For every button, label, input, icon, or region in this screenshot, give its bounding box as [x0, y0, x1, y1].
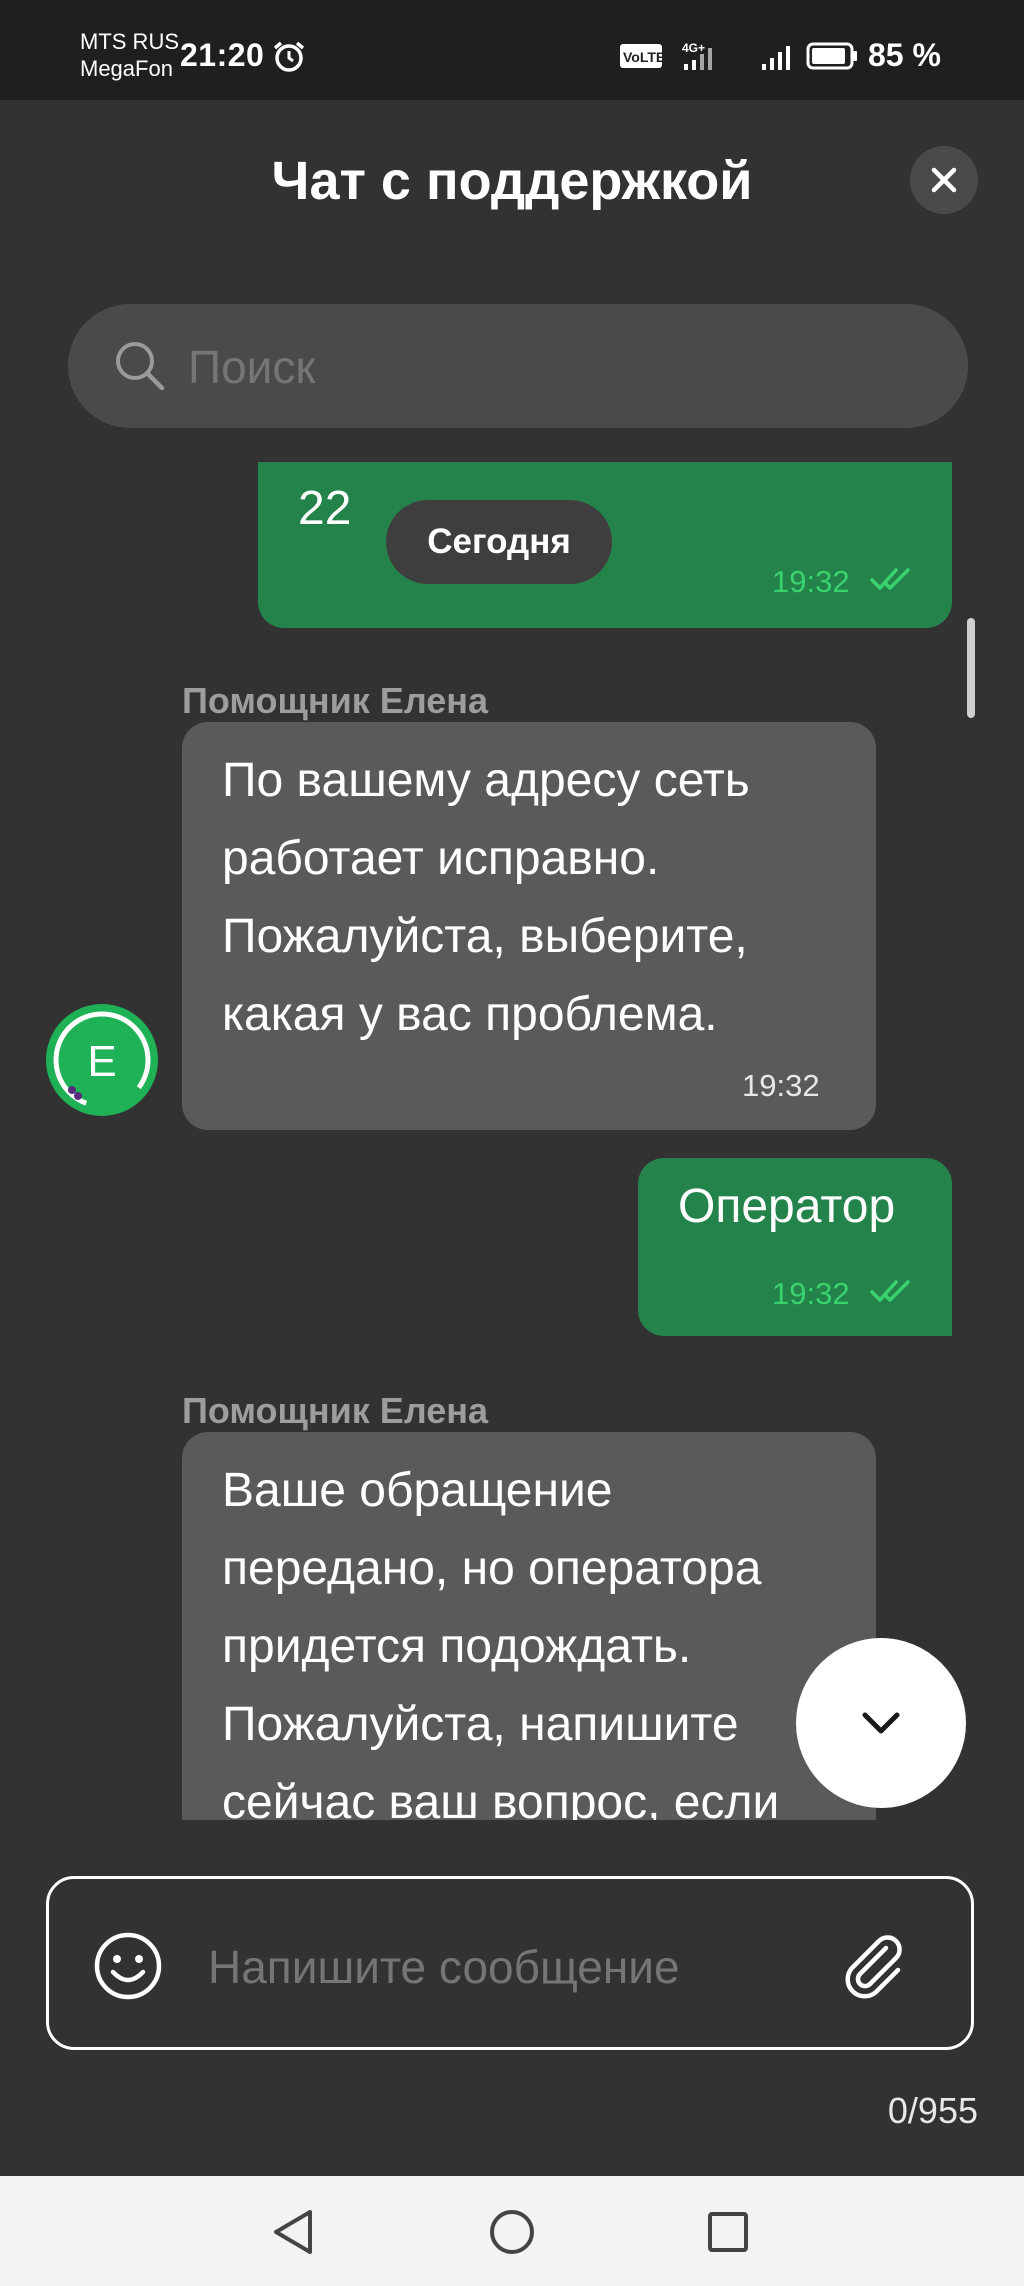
status-time: 21:20 [180, 37, 265, 73]
message-line: Ваше обращение [222, 1464, 613, 1517]
emoji-icon [94, 1932, 162, 2000]
scroll-to-bottom-button[interactable] [796, 1638, 966, 1808]
message-line: Пожалуйста, напишите [222, 1698, 739, 1751]
sender-name: Помощник Елена [182, 680, 488, 721]
back-icon[interactable] [270, 2208, 316, 2256]
system-icons: VoLTE 4G+ [618, 38, 858, 79]
message-line: сейчас ваш вопрос, если [222, 1776, 780, 1820]
recents-icon[interactable] [706, 2210, 750, 2254]
character-counter: 0/955 [887, 2090, 978, 2131]
home-icon[interactable] [488, 2208, 536, 2256]
chevron-down-icon [862, 1712, 900, 1734]
battery-percentage: 85 % [868, 37, 941, 73]
message-line: какая у вас проблема. [222, 988, 718, 1041]
close-icon [931, 167, 957, 193]
avatar-letter: Е [87, 1037, 116, 1086]
message-input[interactable] [208, 1940, 718, 1994]
message-time: 19:32 [772, 564, 850, 599]
message-time: 19:32 [772, 1276, 850, 1311]
volte-icon: VoLTE [620, 44, 665, 68]
svg-text:4G+: 4G+ [682, 41, 705, 55]
emoji-button[interactable] [92, 1930, 164, 2007]
4g-signal-icon: 4G+ [682, 41, 712, 70]
page-title: Чат с поддержкой [271, 151, 753, 211]
close-button[interactable] [910, 146, 978, 214]
carrier-names: MTS RUS MegaFon [80, 28, 179, 82]
status-bar: MTS RUS MegaFon 21:20 VoLTE 4G+ 85 % [0, 0, 1024, 100]
carrier-2: MegaFon [80, 56, 173, 81]
date-chip: Сегодня [386, 500, 612, 584]
battery-icon [806, 42, 857, 70]
message-line: работает исправно. [222, 832, 660, 885]
attach-button[interactable] [836, 1928, 912, 2009]
alarm-icon [272, 40, 306, 79]
search-icon [112, 338, 168, 399]
signal-icon [762, 46, 790, 70]
svg-text:VoLTE: VoLTE [623, 49, 665, 65]
incoming-message[interactable]: Ваше обращение передано, но оператора пр… [182, 1432, 876, 1820]
incoming-message[interactable]: По вашему адресу сеть работает исправно.… [182, 722, 876, 1130]
search-input[interactable] [188, 340, 888, 394]
message-time: 19:32 [742, 1068, 820, 1103]
carrier-1: MTS RUS [80, 29, 179, 54]
outgoing-message[interactable]: Оператор 19:32 [638, 1158, 952, 1336]
message-line: По вашему адресу сеть [222, 754, 750, 807]
message-line: передано, но оператора [222, 1542, 762, 1595]
read-check-icon [870, 568, 910, 590]
scrollbar[interactable] [967, 618, 975, 718]
read-check-icon [870, 1280, 910, 1302]
paperclip-icon [845, 1935, 902, 1999]
message-line: придется подождать. [222, 1620, 692, 1673]
message-text-visible: 22 [298, 482, 352, 535]
message-text: Оператор [678, 1180, 896, 1233]
message-line: Пожалуйста, выберите, [222, 910, 748, 963]
navigation-bar [0, 2176, 1024, 2286]
avatar: Е [46, 1004, 158, 1116]
sender-name: Помощник Елена [182, 1390, 488, 1431]
